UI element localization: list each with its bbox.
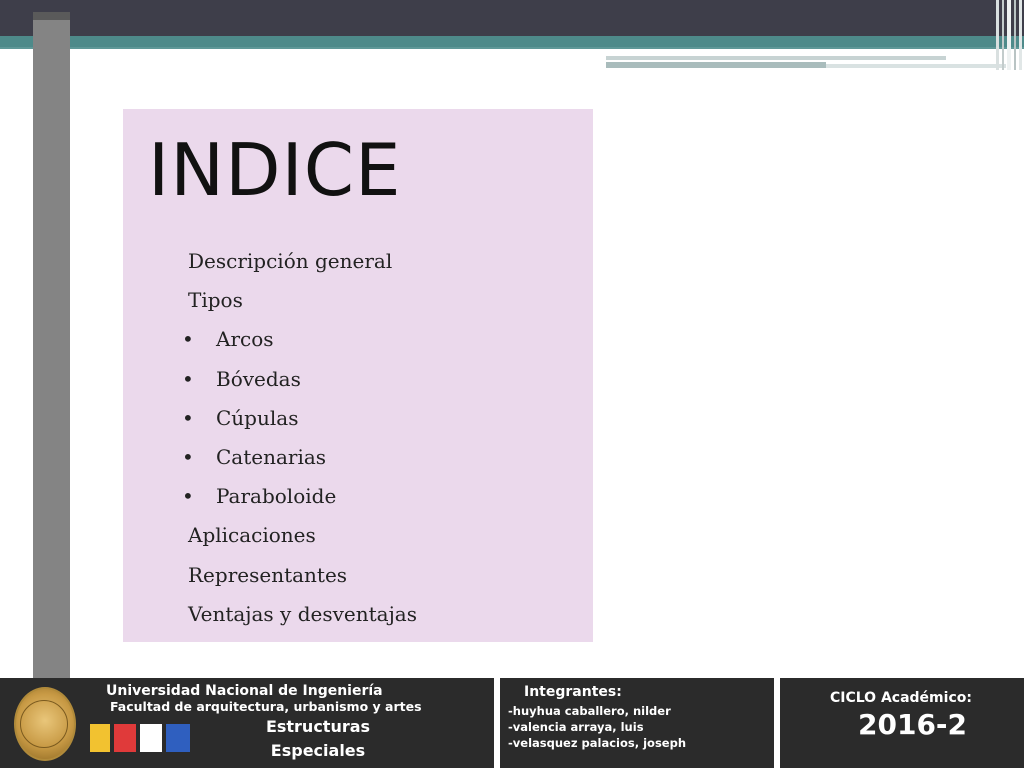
list-item-label: Representantes bbox=[188, 562, 348, 587]
index-list: Descripción general Tipos Arcos Bóvedas … bbox=[182, 246, 417, 638]
faculty-name: Facultad de arquitectura, urbanismo y ar… bbox=[110, 699, 422, 714]
header-gray-line-3 bbox=[826, 64, 1006, 68]
left-vertical-bar-cap bbox=[33, 12, 70, 20]
header-teal-band bbox=[0, 36, 1024, 47]
list-item-label: Arcos bbox=[216, 327, 274, 352]
members-list: -huyhua caballero, nilder -valencia arra… bbox=[508, 703, 686, 751]
course-name: Estructuras Especiales bbox=[258, 715, 378, 763]
logo-block-a2 bbox=[166, 724, 190, 752]
members-title: Integrantes: bbox=[524, 684, 622, 700]
slide-title: INDICE bbox=[148, 128, 402, 212]
list-item-label: Paraboloide bbox=[216, 484, 337, 509]
left-vertical-bar bbox=[33, 12, 70, 697]
logo-block-a bbox=[114, 724, 136, 752]
list-item-label: Catenarias bbox=[216, 444, 327, 469]
list-item: Bóvedas bbox=[182, 364, 417, 403]
list-item-label: Descripción general bbox=[188, 249, 393, 273]
course-name-line-1: Estructuras bbox=[265, 717, 371, 736]
list-item: Arcos bbox=[182, 324, 417, 363]
faua-logo bbox=[90, 724, 190, 752]
university-seal-ring bbox=[20, 700, 68, 748]
member-item: -huyhua caballero, nilder bbox=[508, 704, 671, 718]
list-item-label: Cúpulas bbox=[216, 405, 299, 430]
list-item-label: Ventajas y desventajas bbox=[188, 601, 417, 626]
list-item: Representantes bbox=[188, 560, 417, 599]
header-right-stripes bbox=[994, 0, 1024, 70]
logo-block-u bbox=[140, 724, 162, 752]
member-item: -valencia arraya, luis bbox=[508, 720, 644, 734]
member-item: -velasquez palacios, joseph bbox=[508, 736, 687, 750]
list-item: Paraboloide bbox=[182, 481, 417, 520]
list-item-label: Tipos bbox=[188, 288, 243, 313]
cycle-label: CICLO Académico: bbox=[830, 690, 972, 706]
list-item-label: Aplicaciones bbox=[188, 523, 316, 548]
header-gray-line-2 bbox=[606, 62, 826, 68]
list-item: Catenarias bbox=[182, 442, 417, 481]
list-item: Ventajas y desventajas bbox=[188, 599, 417, 638]
list-item: Tipos bbox=[188, 285, 417, 324]
logo-block-f bbox=[90, 724, 110, 752]
course-name-line-2: Especiales bbox=[270, 741, 366, 760]
list-item: Aplicaciones bbox=[188, 520, 417, 559]
header-dark-band bbox=[0, 0, 1024, 36]
list-item: Descripción general bbox=[188, 246, 417, 285]
list-item: Cúpulas bbox=[182, 403, 417, 442]
cycle-value: 2016-2 bbox=[858, 708, 968, 741]
header-gray-line-1 bbox=[606, 56, 946, 60]
university-name: Universidad Nacional de Ingeniería bbox=[106, 683, 383, 699]
header-teal-line bbox=[0, 47, 1024, 49]
list-item-label: Bóvedas bbox=[216, 366, 301, 391]
